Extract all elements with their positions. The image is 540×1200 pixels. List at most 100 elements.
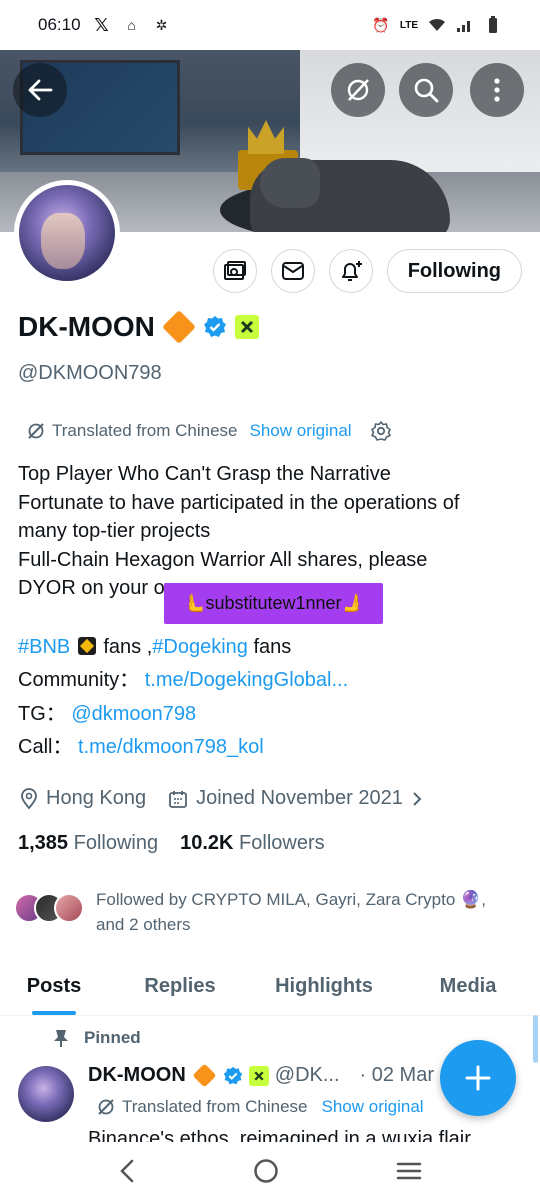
followers-label: Followers xyxy=(239,832,325,854)
mutual-avatars xyxy=(14,893,84,923)
post-show-original-link[interactable]: Show original xyxy=(322,1097,424,1117)
tab-highlights[interactable]: Highlights xyxy=(252,958,396,1015)
follow-counts: 1,385 Following 10.2K Followers xyxy=(18,832,325,855)
fans-text: fans , xyxy=(103,636,153,658)
location-text: Hong Kong xyxy=(46,787,147,809)
profile-avatar[interactable] xyxy=(14,180,120,286)
more-vertical-icon xyxy=(494,78,500,102)
followed-by[interactable]: Followed by CRYPTO MILA, Gayri, Zara Cry… xyxy=(14,887,486,937)
search-button[interactable] xyxy=(399,63,453,117)
profile-actions: Following xyxy=(212,249,522,293)
aperture-icon: ✲ xyxy=(155,16,168,33)
status-time: 06:10 xyxy=(38,15,81,34)
followers-count-link[interactable]: 10.2K Followers xyxy=(180,832,325,855)
more-button[interactable] xyxy=(470,63,524,117)
bell-plus-icon xyxy=(341,261,362,281)
avatar[interactable] xyxy=(18,1066,74,1122)
x-logo-icon: 𝕏 xyxy=(94,14,109,35)
tab-media[interactable]: Media xyxy=(396,958,540,1015)
hashtag-dogeking[interactable]: #Dogeking xyxy=(152,636,248,658)
gamepad-icon: ⌂ xyxy=(127,17,136,33)
translated-label: Translated from Chinese xyxy=(52,421,238,440)
compose-button[interactable] xyxy=(440,1040,516,1116)
arrow-left-icon xyxy=(28,79,53,101)
nav-recents-icon[interactable] xyxy=(395,1160,423,1182)
plus-icon xyxy=(465,1065,491,1091)
message-button[interactable] xyxy=(270,249,315,293)
avatar xyxy=(19,185,115,281)
affiliate-badge-icon xyxy=(248,1065,269,1086)
orange-diamond-icon xyxy=(161,310,196,344)
grok-button[interactable] xyxy=(331,63,385,117)
tg-label: TG： xyxy=(18,702,66,725)
following-button[interactable]: Following xyxy=(386,249,522,293)
post-author-handle: @DK... xyxy=(274,1064,340,1086)
orange-diamond-icon xyxy=(192,1063,217,1088)
following-count-link[interactable]: 1,385 Following xyxy=(18,832,158,855)
followed-by-text: Followed by CRYPTO MILA, Gayri, Zara Cry… xyxy=(96,890,486,909)
joined-text: Joined November 2021 xyxy=(196,787,403,809)
grok-icon xyxy=(347,79,369,101)
display-name: DK-MOON xyxy=(18,310,259,344)
verified-badge-icon xyxy=(223,1066,242,1084)
gear-icon[interactable] xyxy=(370,420,392,442)
profile-links: #BNB fans ,#Dogeking fans Community： t.m… xyxy=(18,631,523,764)
tg-link[interactable]: @dkmoon798 xyxy=(71,703,196,725)
tab-replies[interactable]: Replies xyxy=(108,958,252,1015)
followed-by-text-2: and 2 others xyxy=(96,915,191,934)
avatar xyxy=(54,893,84,923)
chevron-right-icon xyxy=(413,791,422,806)
following-label: Following xyxy=(73,832,159,854)
location-item: Hong Kong xyxy=(20,787,146,810)
affiliate-badge-icon[interactable] xyxy=(234,315,259,339)
pinned-label: Pinned xyxy=(84,1028,141,1047)
call-label: Call： xyxy=(18,735,73,758)
bio-line: Full-Chain Hexagon Warrior All shares, p… xyxy=(18,548,428,571)
profile-bio: Top Player Who Can't Grasp the Narrative… xyxy=(18,460,523,603)
bio-line: Top Player Who Can't Grasp the Narrative xyxy=(18,463,391,485)
community-label: Community： xyxy=(18,669,140,692)
network-label: LTE xyxy=(399,19,418,31)
post-header: DK-MOON @DK... · 02 Mar xyxy=(88,1063,434,1088)
hashtag-bnb[interactable]: #BNB xyxy=(18,636,70,658)
translation-bar: Translated from Chinese Show original xyxy=(26,420,392,442)
profile-name: DK-MOON xyxy=(18,311,155,342)
tip-button[interactable] xyxy=(212,249,257,293)
tags-line: #BNB fans ,#Dogeking fans xyxy=(18,631,523,664)
bio-line: Fortunate to have participated in the op… xyxy=(18,491,460,514)
wifi-icon xyxy=(428,16,446,34)
nav-back-icon[interactable] xyxy=(117,1158,137,1184)
call-line: Call： t.me/dkmoon798_kol xyxy=(18,731,523,764)
followers-count: 10.2K xyxy=(180,832,234,854)
profile-tabs: Posts Replies Highlights Media xyxy=(0,958,540,1016)
name-sticker-overlay: 🫷substitutew1nner🫸 xyxy=(164,583,383,624)
grok-translate-icon xyxy=(28,423,44,439)
tab-posts[interactable]: Posts xyxy=(0,958,108,1015)
post-translated-label: Translated from Chinese xyxy=(122,1097,308,1116)
nav-home-icon[interactable] xyxy=(252,1157,280,1185)
following-count: 1,385 xyxy=(18,832,69,854)
search-icon xyxy=(414,78,439,103)
bio-line: many top-tier projects xyxy=(18,520,211,542)
verified-badge-icon[interactable] xyxy=(203,315,227,339)
battery-icon xyxy=(484,16,502,34)
back-button[interactable] xyxy=(13,63,67,117)
pinned-indicator: Pinned xyxy=(52,1028,141,1048)
call-link[interactable]: t.me/dkmoon798_kol xyxy=(78,736,264,758)
post-text: Binance's ethos, reimagined in a wuxia f… xyxy=(88,1128,471,1142)
pin-icon xyxy=(54,1030,68,1047)
post-translation-bar: Translated from Chinese Show original xyxy=(96,1097,424,1117)
community-link[interactable]: t.me/DogekingGlobal... xyxy=(145,669,348,691)
calendar-icon xyxy=(169,790,187,808)
status-bar: 06:10 𝕏 ⌂ ✲ ⏰ LTE xyxy=(0,0,540,50)
signal-icon xyxy=(456,16,474,34)
scroll-indicator[interactable] xyxy=(533,1015,538,1063)
location-pin-icon xyxy=(21,787,37,809)
tg-line: TG： @dkmoon798 xyxy=(18,698,523,731)
money-icon xyxy=(223,261,246,280)
notify-button[interactable] xyxy=(328,249,373,293)
alarm-icon: ⏰ xyxy=(372,16,390,33)
post-author-name[interactable]: DK-MOON xyxy=(88,1064,186,1087)
show-original-link[interactable]: Show original xyxy=(250,421,352,441)
joined-item[interactable]: Joined November 2021 xyxy=(168,787,423,810)
